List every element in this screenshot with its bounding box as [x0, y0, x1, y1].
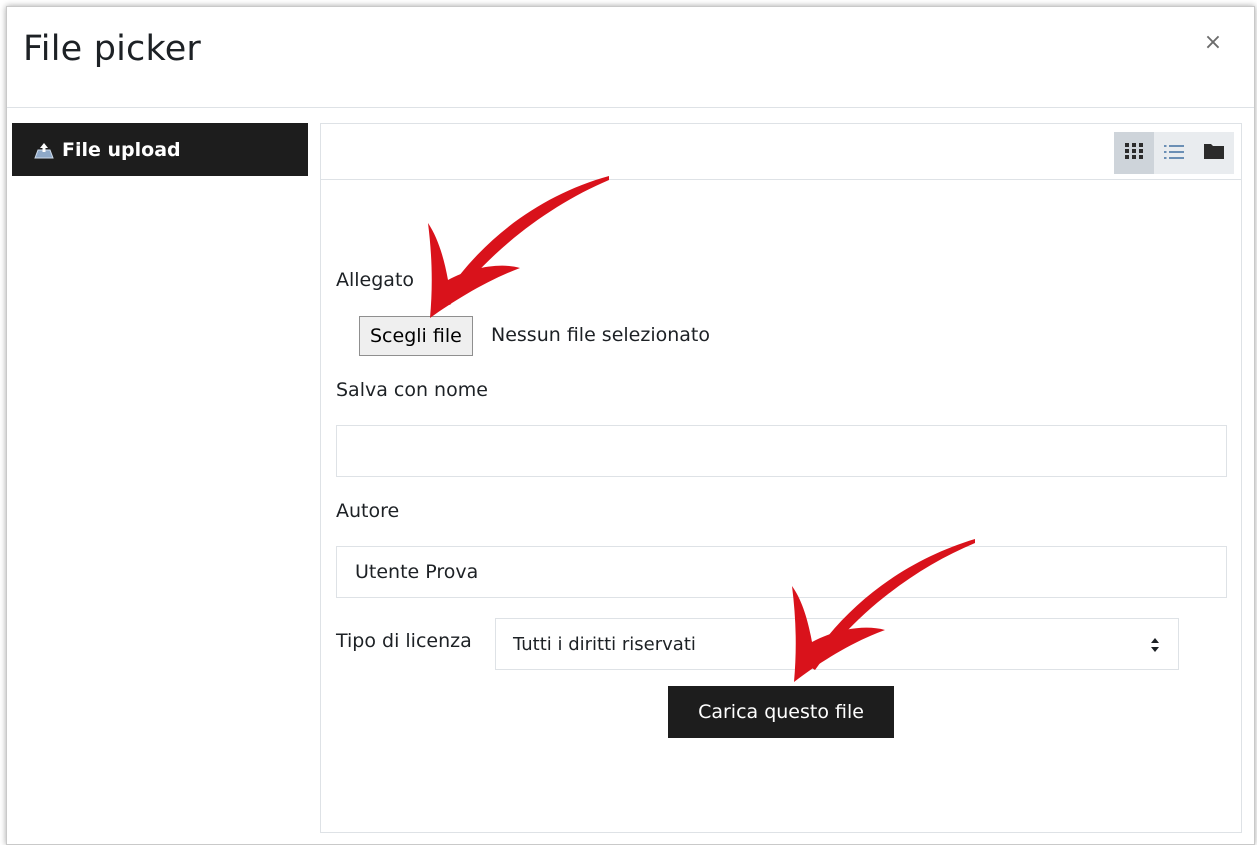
- author-label: Autore: [336, 500, 400, 522]
- file-status-text: Nessun file selezionato: [491, 324, 710, 346]
- grid-icon: [1125, 143, 1143, 163]
- file-picker-content: Allegato Scegli file Nessun file selezio…: [320, 123, 1242, 833]
- choose-file-button[interactable]: Scegli file: [359, 316, 473, 356]
- author-input[interactable]: [336, 546, 1227, 598]
- sidebar-item-label: File upload: [62, 138, 181, 161]
- license-select[interactable]: Tutti i diritti riservati: [495, 618, 1179, 670]
- save-as-input[interactable]: [336, 425, 1227, 477]
- view-mode-group: [1114, 132, 1234, 174]
- select-caret-icon: [1150, 636, 1160, 654]
- icon-view-button[interactable]: [1114, 132, 1154, 174]
- license-selected-value: Tutti i diritti riservati: [513, 633, 696, 655]
- close-button[interactable]: ×: [1200, 29, 1226, 55]
- close-icon: ×: [1203, 29, 1223, 55]
- upload-icon: [34, 141, 54, 159]
- list-icon: [1164, 144, 1184, 163]
- file-picker-dialog: File picker × File upload Allegato Scegl…: [6, 6, 1255, 845]
- view-toolbar: [321, 124, 1241, 180]
- save-as-label: Salva con nome: [336, 379, 488, 401]
- dialog-header: File picker ×: [7, 7, 1254, 108]
- folder-icon: [1204, 143, 1224, 163]
- dialog-title: File picker: [23, 29, 202, 69]
- upload-file-button[interactable]: Carica questo file: [668, 686, 894, 738]
- sidebar-item-file-upload[interactable]: File upload: [12, 123, 308, 176]
- license-label: Tipo di licenza: [336, 630, 472, 652]
- repository-sidebar: File upload: [12, 123, 308, 176]
- list-view-button[interactable]: [1154, 132, 1194, 174]
- tree-view-button[interactable]: [1194, 132, 1234, 174]
- attachment-label: Allegato: [336, 269, 415, 291]
